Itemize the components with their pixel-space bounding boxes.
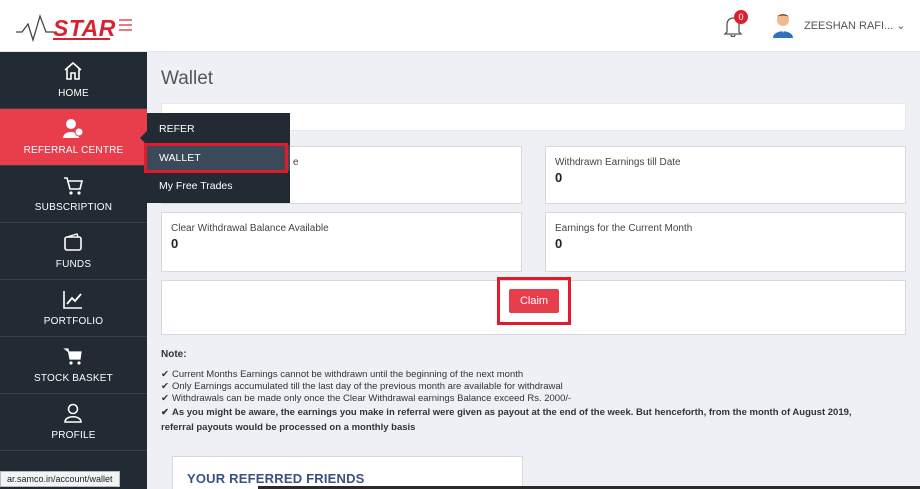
note-item: ✔ Withdrawals can be made only once the C… (161, 393, 572, 404)
sidebar-item-funds[interactable]: FUNDS (0, 223, 147, 280)
earnings-card-withdrawn: Withdrawn Earnings till Date 0 (545, 146, 906, 204)
check-icon: ✔ (161, 369, 169, 380)
earnings-card-current-month: Earnings for the Current Month 0 (545, 212, 906, 272)
chart-icon (63, 291, 82, 309)
note-item: ✔ As you might be aware, the earnings you… (161, 407, 852, 418)
menu-toggle-icon[interactable] (119, 19, 132, 31)
sidebar-item-label: REFERRAL CENTRE (23, 145, 124, 156)
referred-friends-title: YOUR REFERRED FRIENDS (187, 471, 365, 486)
sidebar-item-portfolio[interactable]: PORTFOLIO (0, 280, 147, 337)
note-item: ✔ Current Months Earnings cannot be withd… (161, 369, 524, 380)
submenu-item-free-trades[interactable]: My Free Trades (147, 173, 290, 199)
card-value: 0 (171, 236, 179, 251)
user-menu[interactable]: ZEESHAN RAFI... ⌄ (804, 19, 906, 32)
note-item-continuation: referral payouts would be processed on a… (161, 422, 416, 433)
sidebar-item-profile[interactable]: PROFILE (0, 394, 147, 451)
top-header: STAR 0 ZEESHAN RAFI... ⌄ (0, 0, 920, 52)
sidebar-item-referral-centre[interactable]: REFERRAL CENTRE (0, 109, 147, 166)
sidebar-item-subscription[interactable]: SUBSCRIPTION (0, 166, 147, 223)
claim-button[interactable]: Claim (509, 289, 559, 313)
cart-icon (64, 177, 84, 195)
page-title: Wallet (161, 68, 214, 89)
avatar[interactable] (772, 12, 794, 38)
wallet-highlight-box (144, 143, 288, 173)
card-value: 0 (555, 170, 563, 185)
wallet-icon (64, 233, 82, 251)
logo-underline (53, 38, 110, 40)
check-icon: ✔ (161, 381, 169, 392)
star-logo[interactable]: STAR (16, 10, 116, 42)
note-title: Note: (161, 349, 187, 360)
check-icon: ✔ (161, 407, 169, 418)
card-label: e (293, 157, 299, 168)
referral-icon (63, 119, 84, 138)
earnings-card-clear-balance: Clear Withdrawal Balance Available 0 (161, 212, 522, 272)
profile-icon (64, 403, 82, 423)
notification-bell-icon[interactable]: 0 (722, 10, 748, 38)
home-icon (64, 61, 82, 80)
card-label: Withdrawn Earnings till Date (555, 157, 681, 168)
basket-icon (63, 348, 82, 365)
note-item: ✔ Only Earnings accumulated till the last… (161, 381, 563, 392)
sidebar-item-label: STOCK BASKET (34, 373, 113, 384)
card-label: Clear Withdrawal Balance Available (171, 223, 329, 234)
sidebar-item-label: PROFILE (51, 430, 96, 441)
url-status-bar: ar.samco.in/account/wallet (0, 471, 120, 487)
card-label: Earnings for the Current Month (555, 223, 693, 234)
card-value: 0 (555, 236, 563, 251)
sidebar-item-label: PORTFOLIO (43, 316, 104, 327)
notification-badge: 0 (734, 10, 748, 24)
logo-pulse-icon (16, 13, 54, 42)
sidebar-item-label: FUNDS (55, 259, 92, 270)
sidebar-item-home[interactable]: HOME (0, 52, 147, 109)
sidebar-item-label: HOME (58, 88, 89, 99)
check-icon: ✔ (161, 393, 169, 404)
sidebar: HOME REFERRAL CENTRE SUBSCRIPTION FUNDS … (0, 52, 147, 489)
submenu-item-refer[interactable]: REFER (147, 116, 290, 142)
sidebar-item-stock-basket[interactable]: STOCK BASKET (0, 337, 147, 394)
sidebar-item-label: SUBSCRIPTION (34, 202, 113, 213)
